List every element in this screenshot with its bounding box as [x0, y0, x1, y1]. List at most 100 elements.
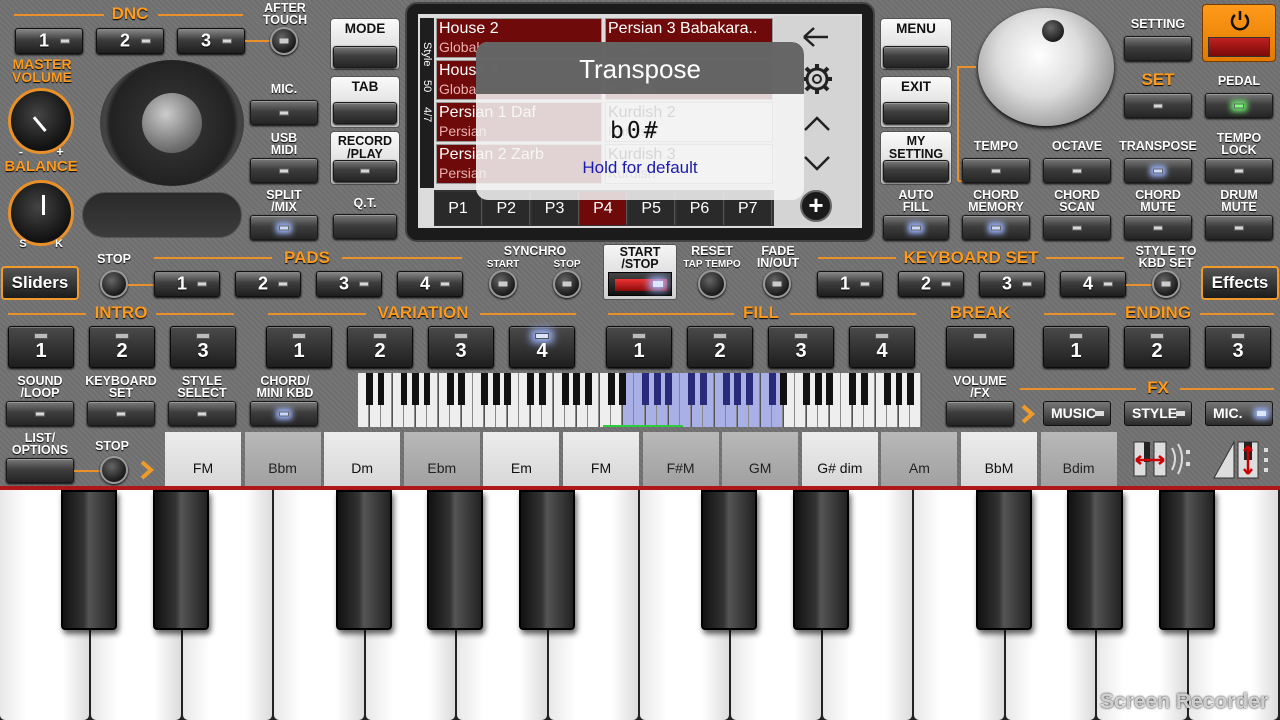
intro-button-3[interactable]: 3 [170, 326, 236, 368]
fade-in-out-button[interactable] [763, 270, 791, 298]
hold-for-default-button[interactable]: Hold for default [476, 158, 804, 178]
piano-black-key[interactable] [792, 490, 849, 630]
piano-black-key[interactable] [975, 490, 1032, 630]
sound-loop-button[interactable] [6, 401, 74, 426]
auto-fill-button[interactable] [883, 215, 949, 240]
fill-button-3[interactable]: 3 [768, 326, 834, 368]
pad-button-1[interactable]: 1 [154, 271, 220, 297]
keyboard-width-icon[interactable] [1130, 436, 1194, 482]
chord-button[interactable]: Bbm [244, 432, 321, 487]
fx-style-button[interactable]: STYLE [1124, 401, 1192, 426]
pedal-button[interactable] [1205, 93, 1273, 118]
variation-button-1[interactable]: 1 [266, 326, 332, 368]
fx-mic-button[interactable]: MIC. [1205, 401, 1273, 426]
chord-memory-button[interactable] [962, 215, 1030, 240]
effects-button[interactable]: Effects [1201, 266, 1279, 300]
synchro-stop-button[interactable] [553, 270, 581, 298]
piano-black-key[interactable] [335, 490, 392, 630]
chord-button[interactable]: G# dim [801, 432, 878, 487]
drum-mute-button[interactable] [1205, 215, 1273, 240]
chord-button[interactable]: FM [563, 432, 639, 487]
variation-button-4[interactable]: 4 [509, 326, 575, 368]
piano-keyboard[interactable] [0, 490, 1280, 720]
chord-button[interactable]: F#M [642, 432, 719, 487]
joystick-pad[interactable] [100, 60, 244, 186]
setting-button[interactable] [1124, 36, 1192, 61]
chord-button[interactable]: Ebm [403, 432, 480, 487]
kbd-set-button-4[interactable]: 4 [1060, 271, 1126, 297]
chord-stop-button[interactable] [100, 456, 128, 484]
chord-mini-kbd-button[interactable] [250, 401, 318, 426]
intro-button-2[interactable]: 2 [89, 326, 155, 368]
after-touch-button[interactable] [270, 27, 298, 55]
mic-button[interactable] [250, 100, 318, 125]
piano-black-key[interactable] [152, 490, 209, 630]
style-select-button[interactable] [168, 401, 236, 426]
sliders-button[interactable]: Sliders [1, 266, 79, 300]
piano-black-key[interactable] [1158, 490, 1215, 630]
fill-button-1[interactable]: 1 [606, 326, 672, 368]
intro-button-1[interactable]: 1 [8, 326, 74, 368]
add-icon[interactable]: + [800, 190, 832, 222]
pads-stop-button[interactable] [100, 270, 128, 298]
ending-button-2[interactable]: 2 [1124, 326, 1190, 368]
octave-button[interactable] [1043, 158, 1111, 183]
break-button[interactable] [946, 326, 1014, 368]
data-dial[interactable] [978, 8, 1114, 126]
chord-button[interactable]: Dm [324, 432, 401, 487]
volume-fx-button[interactable] [946, 401, 1014, 426]
chord-button[interactable]: Em [483, 432, 560, 487]
list-options-button[interactable] [6, 458, 74, 483]
piano-black-key[interactable] [701, 490, 758, 630]
gear-icon[interactable] [800, 62, 834, 96]
qt-button[interactable] [333, 214, 397, 239]
chord-mute-button[interactable] [1124, 215, 1192, 240]
dnc-button-1[interactable]: 1 [15, 28, 83, 54]
pad-button-3[interactable]: 3 [316, 271, 382, 297]
kbd-set-button-3[interactable]: 3 [979, 271, 1045, 297]
balance-knob[interactable] [8, 180, 74, 246]
fx-music-button[interactable]: MUSIC [1043, 401, 1111, 426]
ending-button-1[interactable]: 1 [1043, 326, 1109, 368]
reset-tap-tempo-button[interactable] [698, 270, 726, 298]
piano-black-key[interactable] [518, 490, 575, 630]
variation-button-2[interactable]: 2 [347, 326, 413, 368]
ending-button-3[interactable]: 3 [1205, 326, 1271, 368]
fill-button-4[interactable]: 4 [849, 326, 915, 368]
synchro-start-button[interactable] [489, 270, 517, 298]
chord-scan-button[interactable] [1043, 215, 1111, 240]
pitch-bend-strip[interactable] [82, 192, 242, 238]
kbd-set-button-1[interactable]: 1 [817, 271, 883, 297]
chevron-down-icon[interactable] [802, 152, 832, 174]
tempo-lock-button[interactable] [1205, 158, 1273, 183]
set-button[interactable] [1124, 93, 1192, 118]
keyboard-height-icon[interactable] [1210, 436, 1274, 482]
pad-button-2[interactable]: 2 [235, 271, 301, 297]
fill-button-2[interactable]: 2 [687, 326, 753, 368]
dnc-button-2[interactable]: 2 [96, 28, 164, 54]
keyboard-set-button[interactable] [87, 401, 155, 426]
chord-button[interactable]: Bdim [1040, 432, 1117, 487]
start-stop-button[interactable]: START /STOP [603, 244, 677, 300]
back-arrow-icon[interactable] [800, 22, 832, 52]
piano-black-key[interactable] [61, 490, 118, 630]
transpose-button[interactable] [1124, 158, 1192, 183]
piano-black-key[interactable] [1067, 490, 1124, 630]
tempo-button[interactable] [962, 158, 1030, 183]
variation-button-3[interactable]: 3 [428, 326, 494, 368]
mini-keyboard[interactable] [358, 373, 922, 427]
style-to-kbd-set-button[interactable] [1152, 270, 1180, 298]
kbd-set-button-2[interactable]: 2 [898, 271, 964, 297]
split-mix-button[interactable] [250, 215, 318, 240]
master-volume-knob[interactable] [8, 88, 74, 154]
chevron-up-icon[interactable] [802, 112, 832, 134]
chord-button[interactable]: GM [722, 432, 799, 487]
power-button[interactable] [1202, 4, 1276, 62]
piano-black-key[interactable] [427, 490, 484, 630]
dnc-button-3[interactable]: 3 [177, 28, 245, 54]
usb-midi-button[interactable] [250, 158, 318, 183]
chord-button[interactable]: BbM [961, 432, 1037, 487]
chord-button[interactable]: Am [881, 432, 958, 487]
pad-button-4[interactable]: 4 [397, 271, 463, 297]
chord-button[interactable]: FM [165, 432, 241, 487]
